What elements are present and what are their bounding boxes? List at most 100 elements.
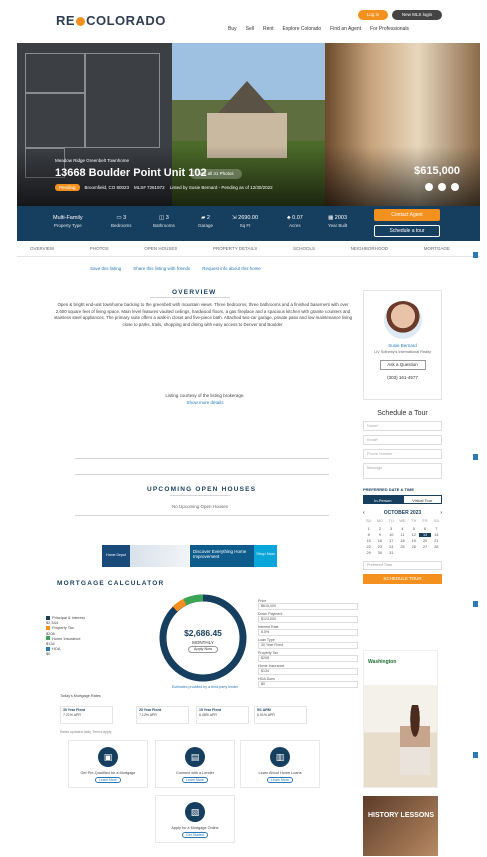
calendar-day[interactable]: 2 xyxy=(374,527,385,531)
property-tax-input[interactable]: $208 xyxy=(258,655,358,662)
interest-rate-input[interactable]: 6.5% xyxy=(258,629,358,636)
ask-question-button[interactable]: Ask a Question xyxy=(379,360,426,370)
calendar-day[interactable]: 1 xyxy=(363,527,374,531)
contact-agent-button[interactable]: Contact Agent xyxy=(374,209,440,221)
tab-mortgage[interactable]: MORTGAGE xyxy=(424,246,450,251)
tool-button[interactable]: Learn More xyxy=(95,777,121,783)
home-depot-banner-ad[interactable]: Home Depot Discover Everything Home Impr… xyxy=(102,545,277,567)
calendar-day[interactable]: 11 xyxy=(397,533,408,537)
calendar-day[interactable]: 19 xyxy=(408,539,419,543)
virtual-tour-option[interactable]: Virtual Tour xyxy=(402,495,442,504)
email-field[interactable]: Email* xyxy=(363,435,442,445)
calendar-day[interactable]: 21 xyxy=(431,539,442,543)
calendar-day[interactable]: 13 xyxy=(419,533,431,537)
agent-phone[interactable]: (303) 161-4577 xyxy=(364,375,441,380)
calendar-day[interactable]: 22 xyxy=(363,545,374,549)
tool-learn[interactable]: ▥ Learn About Home Loans Learn More xyxy=(240,740,320,788)
name-field[interactable]: Name* xyxy=(363,421,442,431)
see-all-photos-button[interactable]: See all 31 Photos xyxy=(190,169,242,179)
calendar-day[interactable]: 5 xyxy=(408,527,419,531)
calendar-day[interactable]: 18 xyxy=(397,539,408,543)
calendar-day[interactable]: 8 xyxy=(363,533,374,537)
tool-button[interactable]: Learn More xyxy=(267,777,293,783)
apply-now-button[interactable]: Apply Now xyxy=(188,646,218,653)
nav-sell[interactable]: Sell xyxy=(246,26,254,32)
feedback-tab-icon[interactable] xyxy=(473,454,478,460)
loan-type-select[interactable]: 30 Year Fixed xyxy=(258,642,358,649)
tab-neighborhood[interactable]: NEIGHBORHOOD xyxy=(351,246,389,251)
show-more-link[interactable]: Show more details xyxy=(130,399,280,406)
calendar-day[interactable]: 4 xyxy=(397,527,408,531)
calendar-day[interactable]: 25 xyxy=(397,545,408,549)
calendar-day[interactable]: 29 xyxy=(363,551,374,555)
rate-card[interactable]: 30 Year Fixed 7.21% APR xyxy=(60,706,113,724)
nav-buy[interactable]: Buy xyxy=(228,26,237,32)
login-button[interactable]: Log in xyxy=(358,10,388,20)
calendar-day[interactable]: 16 xyxy=(374,539,385,543)
feedback-tab-icon[interactable] xyxy=(473,601,478,607)
rate-card[interactable]: 15 Year Fixed 6.48% APR xyxy=(196,706,249,724)
nav-explore[interactable]: Explore Colorado xyxy=(283,26,322,32)
phone-field[interactable]: Phone Number xyxy=(363,449,442,459)
tab-photos[interactable]: PHOTOS xyxy=(90,246,109,251)
calendar-day[interactable]: 14 xyxy=(431,533,442,537)
time-select[interactable]: Preferred Time xyxy=(363,561,442,570)
nav-rent[interactable]: Rent xyxy=(263,26,274,32)
calendar-day[interactable]: 24 xyxy=(386,545,397,549)
calendar-day[interactable]: 10 xyxy=(386,533,397,537)
calendar-day[interactable]: 15 xyxy=(363,539,374,543)
tool-button[interactable]: Learn More xyxy=(182,777,208,783)
share-icon[interactable] xyxy=(425,183,433,191)
calendar-day[interactable]: 26 xyxy=(408,545,419,549)
calendar-day[interactable]: 28 xyxy=(431,545,442,549)
tool-prequalify[interactable]: ▣ Get Pre-Qualified for a Mortgage Learn… xyxy=(68,740,148,788)
tool-apply[interactable]: ▧ Apply for a Mortgage Online Get Starte… xyxy=(155,795,235,843)
tool-lender[interactable]: ▤ Connect with a Lender Learn More xyxy=(155,740,235,788)
calendar-day[interactable]: 23 xyxy=(374,545,385,549)
tour-type-toggle: In-Person Virtual Tour xyxy=(363,495,442,504)
message-field[interactable]: Message xyxy=(363,463,442,479)
schedule-tour-button[interactable]: Schedule a tour xyxy=(374,225,440,237)
recolorado-logo[interactable]: RE COLORADO xyxy=(56,13,166,28)
feedback-tab-icon[interactable] xyxy=(473,752,478,758)
price-input[interactable]: $615,000 xyxy=(258,603,358,610)
listing-price: $615,000 xyxy=(414,165,460,177)
calendar-day[interactable]: 27 xyxy=(419,545,430,549)
agent-name[interactable]: Susie Bernard xyxy=(364,343,441,348)
save-listing-link[interactable]: Save this listing xyxy=(90,266,121,271)
rate-card[interactable]: 5/1 ARM 6.91% APR xyxy=(254,706,307,724)
heart-icon[interactable] xyxy=(438,183,446,191)
tab-schools[interactable]: SCHOOLS xyxy=(293,246,315,251)
calendar-day[interactable]: 30 xyxy=(374,551,385,555)
down-payment-input[interactable]: $123,000 xyxy=(258,616,358,623)
history-lessons-ad[interactable]: HISTORY LESSONS xyxy=(363,796,438,856)
calendar-day[interactable]: 6 xyxy=(419,527,430,531)
rate-card[interactable]: 20 Year Fixed 7.12% APR xyxy=(136,706,189,724)
next-month-icon[interactable]: › xyxy=(440,510,442,516)
calendar-day[interactable]: 31 xyxy=(386,551,397,555)
in-person-option[interactable]: In-Person xyxy=(363,495,403,504)
calendar-day[interactable]: 12 xyxy=(408,533,419,537)
hero-gallery[interactable]: Meadow Ridge Greenbelt Townhome 13668 Bo… xyxy=(17,43,480,206)
new-mls-login-button[interactable]: New MLS login xyxy=(392,10,442,20)
calendar-day[interactable]: 20 xyxy=(419,539,430,543)
insurance-input[interactable]: $134 xyxy=(258,668,358,675)
request-info-link[interactable]: Request info about this home xyxy=(202,266,261,271)
calendar-day[interactable]: 3 xyxy=(386,527,397,531)
tab-open-houses[interactable]: OPEN HOUSES xyxy=(144,246,177,251)
nav-find-agent[interactable]: Find an Agent xyxy=(330,26,361,32)
share-listing-link[interactable]: Share this listing with friends xyxy=(133,266,190,271)
feedback-tab-icon[interactable] xyxy=(473,252,478,258)
banner-cta[interactable]: Shop Now xyxy=(254,545,277,567)
calendar-day[interactable]: 17 xyxy=(386,539,397,543)
schedule-submit-button[interactable]: SCHEDULE TOUR xyxy=(363,574,442,584)
tool-button[interactable]: Get Started xyxy=(182,832,208,838)
calendar-day[interactable]: 9 xyxy=(374,533,385,537)
tab-overview[interactable]: OVERVIEW xyxy=(30,246,54,251)
prev-month-icon[interactable]: ‹ xyxy=(363,510,365,516)
calendar-day[interactable]: 7 xyxy=(431,527,442,531)
tab-property-details[interactable]: PROPERTY DETAILS xyxy=(213,246,257,251)
nav-professionals[interactable]: For Professionals xyxy=(370,26,409,32)
print-icon[interactable] xyxy=(451,183,459,191)
hoa-input[interactable]: $0 xyxy=(258,681,358,688)
